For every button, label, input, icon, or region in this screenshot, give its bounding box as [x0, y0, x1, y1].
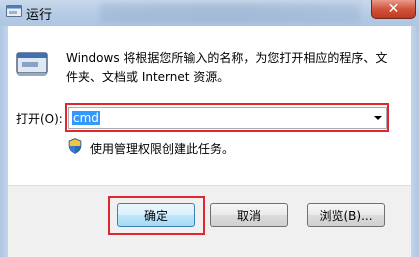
browse-button[interactable]: 浏览(B)...: [307, 203, 385, 227]
title-bar[interactable]: 运行 ✕: [0, 0, 419, 26]
highlight-box-input: [65, 103, 389, 132]
highlight-box-ok: [108, 196, 205, 235]
window-title: 运行: [26, 8, 53, 23]
cancel-button-label: 取消: [236, 208, 261, 223]
admin-privilege-note: 使用管理权限创建此任务。: [90, 142, 235, 156]
open-field-label: 打开(O):: [16, 112, 63, 126]
run-app-icon: [6, 5, 22, 17]
close-icon: ✕: [387, 1, 400, 17]
uac-shield-icon: [68, 138, 82, 154]
close-button[interactable]: ✕: [371, 0, 416, 19]
window-frame-left: [0, 26, 8, 257]
run-dialog-icon: [16, 52, 48, 76]
cancel-button[interactable]: 取消: [210, 203, 288, 227]
window-frame-right: [411, 26, 419, 257]
browse-button-label: 浏览(B)...: [319, 208, 373, 223]
dialog-description: Windows 将根据您所输入的名称，为您打开相应的程序、文件夹、文档或 Int…: [66, 51, 388, 84]
title-bar-glass-reflection: [100, 3, 360, 23]
